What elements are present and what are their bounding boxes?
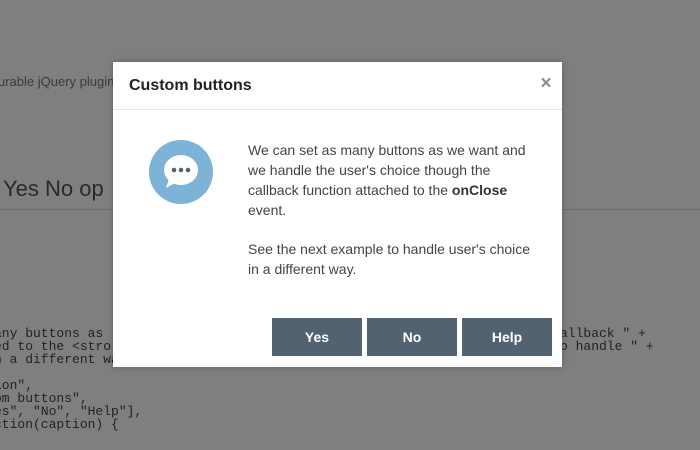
dialog-message: We can set as many buttons as we want an… xyxy=(248,140,544,279)
custom-buttons-dialog: Custom buttons × We can set as many butt… xyxy=(113,62,562,367)
message-bold-text: onClose xyxy=(451,182,508,198)
dialog-title: Custom buttons xyxy=(129,77,252,94)
yes-button[interactable]: Yes xyxy=(272,318,362,356)
message-text: event. xyxy=(248,202,287,218)
help-button[interactable]: Help xyxy=(462,318,552,356)
close-icon[interactable]: × xyxy=(538,74,554,93)
dialog-header: Custom buttons × xyxy=(113,62,562,110)
speech-bubble-icon xyxy=(149,140,213,204)
message-paragraph: We can set as many buttons as we want an… xyxy=(248,140,544,220)
no-button[interactable]: No xyxy=(367,318,457,356)
message-paragraph: See the next example to handle user's ch… xyxy=(248,241,531,277)
